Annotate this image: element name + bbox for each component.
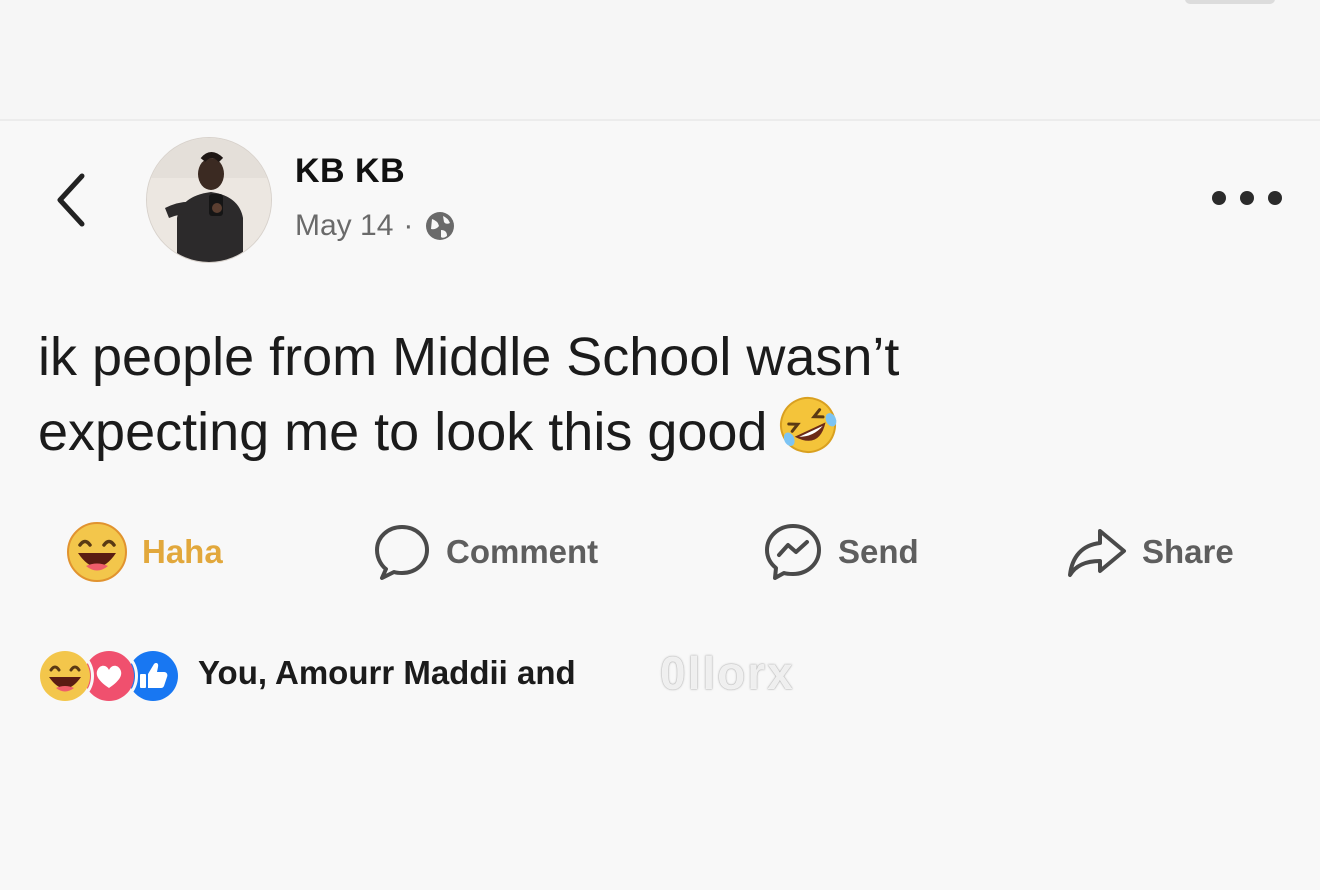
reaction-summary[interactable]: You, Amourr Maddii and bbox=[198, 654, 576, 692]
post-text: ik people from Middle School wasn’t expe… bbox=[38, 320, 1138, 469]
drag-handle bbox=[1185, 0, 1275, 4]
send-button[interactable]: Send bbox=[762, 520, 919, 584]
send-label: Send bbox=[838, 533, 919, 570]
comment-icon bbox=[375, 525, 429, 580]
rolling-on-floor-laughing-emoji-icon bbox=[780, 397, 837, 453]
haha-icon bbox=[36, 647, 94, 705]
haha-reaction-button[interactable]: Haha bbox=[66, 520, 223, 584]
globe-icon bbox=[426, 212, 455, 240]
haha-label: Haha bbox=[142, 533, 223, 570]
share-arrow-icon bbox=[1068, 529, 1126, 577]
comment-button[interactable]: Comment bbox=[372, 520, 598, 584]
share-label: Share bbox=[1142, 533, 1234, 570]
post-text-line-2: expecting me to look this good bbox=[38, 402, 768, 462]
post-text-line: ik people from Middle School wasn’t bbox=[38, 327, 900, 387]
meta-separator: · bbox=[403, 209, 414, 242]
more-options-button[interactable] bbox=[1212, 180, 1282, 216]
watermark: 0llorx bbox=[660, 647, 795, 699]
reaction-icons[interactable] bbox=[36, 647, 182, 705]
post-meta: May 14 · bbox=[295, 209, 457, 243]
author-name[interactable]: KB KB bbox=[295, 152, 405, 191]
comment-label: Comment bbox=[446, 533, 599, 570]
chevron-left-icon bbox=[57, 173, 85, 227]
top-bar bbox=[0, 0, 1320, 121]
more-dot-icon bbox=[1212, 191, 1226, 205]
share-button[interactable]: Share bbox=[1066, 520, 1234, 584]
back-button[interactable] bbox=[52, 170, 92, 230]
more-dot-icon bbox=[1240, 191, 1254, 205]
haha-icon bbox=[67, 522, 127, 582]
messenger-icon bbox=[765, 524, 821, 580]
more-dot-icon bbox=[1268, 191, 1282, 205]
post-text-line: expecting me to look this good bbox=[38, 394, 1138, 469]
avatar[interactable] bbox=[146, 137, 272, 263]
avatar-photo bbox=[147, 138, 271, 262]
post-date[interactable]: May 14 bbox=[295, 209, 393, 243]
